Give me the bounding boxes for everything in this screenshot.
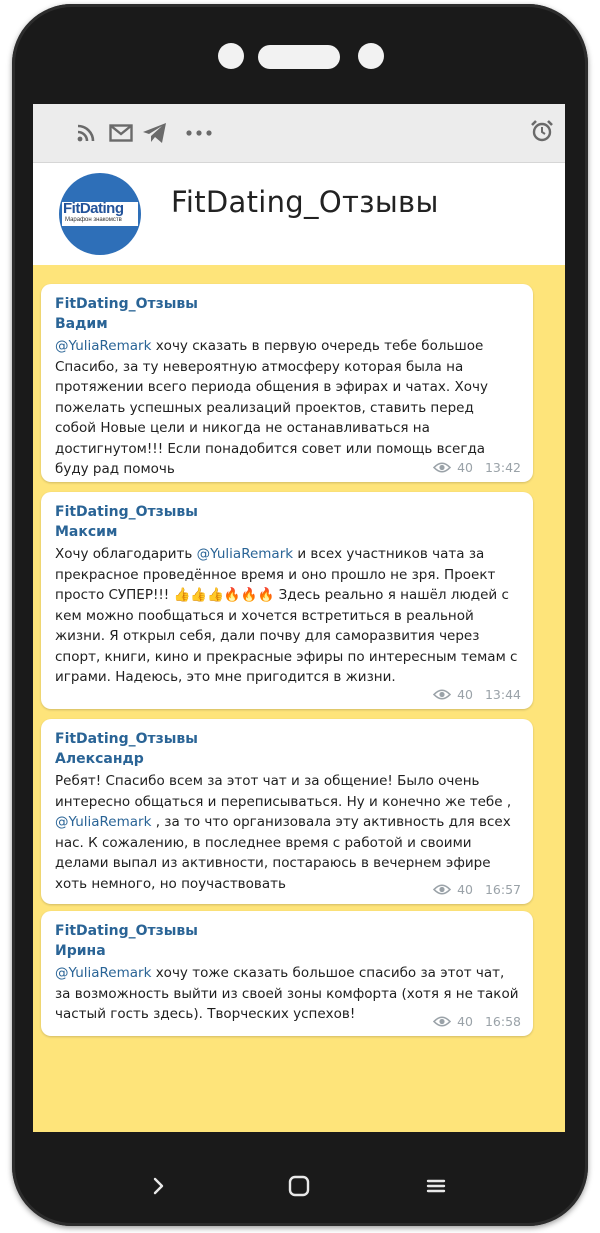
- views-eye-icon: [433, 689, 452, 700]
- message-bubble[interactable]: FitDating_Отзывы Ирина @YuliaRemark хочу…: [41, 911, 533, 1036]
- views-eye-icon: [433, 884, 452, 895]
- message-body: хочу сказать в первую очередь тебе больш…: [55, 338, 488, 477]
- message-time: 16:57: [484, 882, 521, 897]
- message-meta: 40 13:42: [433, 460, 521, 475]
- message-author[interactable]: Вадим: [55, 314, 519, 335]
- back-icon: [153, 1177, 164, 1195]
- message-text: Ребят! Спасибо всем за этот чат и за общ…: [55, 771, 519, 894]
- message-author[interactable]: Ирина: [55, 941, 519, 962]
- alarm-icon[interactable]: [529, 119, 555, 143]
- mail-icon[interactable]: [108, 121, 134, 145]
- menu-button[interactable]: [423, 1172, 449, 1200]
- views-count: 40: [457, 882, 473, 897]
- views-count: 40: [457, 687, 473, 702]
- message-channel-name[interactable]: FitDating_Отзывы: [55, 502, 519, 522]
- views-eye-icon: [433, 462, 452, 473]
- message-time: 13:42: [484, 460, 521, 475]
- home-icon: [288, 1175, 310, 1197]
- sensor-dot: [358, 43, 384, 69]
- views-count: 40: [457, 1014, 473, 1029]
- message-channel-name[interactable]: FitDating_Отзывы: [55, 294, 519, 314]
- message-time: 16:58: [484, 1014, 521, 1029]
- channel-header[interactable]: FitDating Марафон знакомств FitDating_От…: [33, 163, 565, 265]
- home-button[interactable]: [285, 1172, 313, 1200]
- phone-screen: FitDating Марафон знакомств FitDating_От…: [33, 104, 565, 1132]
- status-bar: [33, 104, 565, 163]
- message-text: @YuliaRemark хочу сказать в первую очере…: [55, 336, 519, 480]
- message-channel-name[interactable]: FitDating_Отзывы: [55, 729, 519, 749]
- message-body-start: Ребят! Спасибо всем за этот чат и за общ…: [55, 773, 512, 810]
- message-bubble[interactable]: FitDating_Отзывы Вадим @YuliaRemark хочу…: [41, 284, 533, 482]
- message-meta: 40 16:58: [433, 1014, 521, 1029]
- message-bubble[interactable]: FitDating_Отзывы Максим Хочу облагодарит…: [41, 492, 533, 709]
- message-author[interactable]: Александр: [55, 749, 519, 770]
- channel-title: FitDating_Отзывы: [171, 185, 439, 219]
- message-text: Хочу облагодарить @YuliaRemark и всех уч…: [55, 544, 519, 688]
- mention-link[interactable]: @YuliaRemark: [55, 814, 151, 830]
- menu-icon: [426, 1179, 446, 1193]
- message-time: 13:44: [484, 687, 521, 702]
- more-icon[interactable]: [185, 121, 213, 145]
- front-camera: [218, 43, 244, 69]
- message-body-end: и всех участников чата за прекрасное про…: [55, 546, 518, 685]
- message-author[interactable]: Максим: [55, 522, 519, 543]
- mention-link[interactable]: @YuliaRemark: [55, 965, 151, 981]
- mention-link[interactable]: @YuliaRemark: [197, 546, 293, 562]
- message-channel-name[interactable]: FitDating_Отзывы: [55, 921, 519, 941]
- avatar-logo-subtitle: Марафон знакомств: [65, 217, 122, 223]
- channel-avatar[interactable]: FitDating Марафон знакомств: [59, 173, 141, 255]
- views-count: 40: [457, 460, 473, 475]
- earpiece-speaker: [258, 45, 340, 69]
- message-meta: 40 13:44: [433, 687, 521, 702]
- message-bubble[interactable]: FitDating_Отзывы Александр Ребят! Спасиб…: [41, 719, 533, 904]
- message-meta: 40 16:57: [433, 882, 521, 897]
- avatar-logo-text: FitDating: [63, 200, 124, 217]
- rss-icon[interactable]: [75, 121, 97, 145]
- back-button[interactable]: [146, 1172, 170, 1200]
- message-body-start: Хочу облагодарить: [55, 546, 197, 562]
- views-eye-icon: [433, 1016, 452, 1027]
- telegram-icon[interactable]: [141, 121, 169, 145]
- mention-link[interactable]: @YuliaRemark: [55, 338, 151, 354]
